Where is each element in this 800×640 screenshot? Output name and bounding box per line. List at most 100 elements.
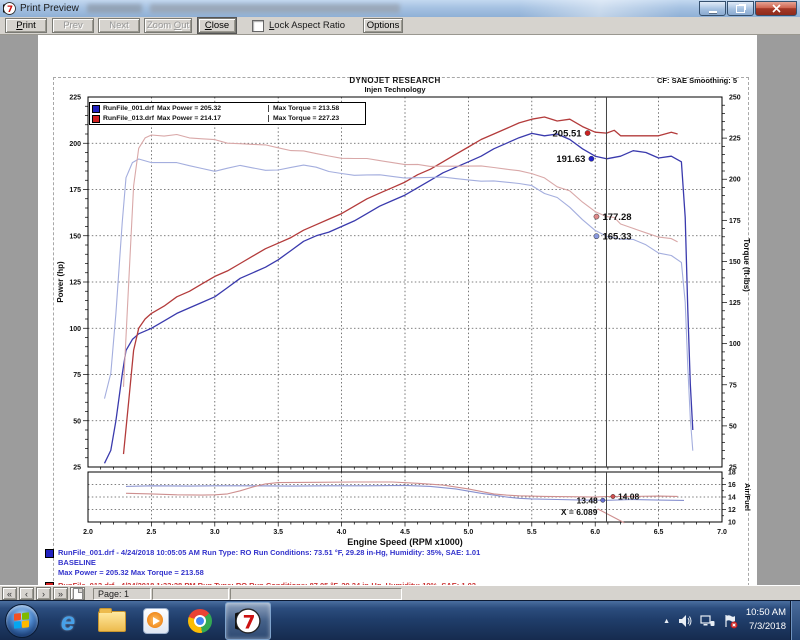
run1-max-values: Max Power = 205.32 Max Torque = 213.58 [58,568,735,578]
rpm-tick-label: 3.5 [273,529,283,536]
chart-legend: RunFile_001.drf Max Power = 205.32 Max T… [89,102,366,125]
af-axis-title: Air/Fuel [743,483,752,511]
clock-date: 7/3/2018 [746,620,786,634]
last-page-button[interactable]: » [53,587,68,600]
power-tick-label: 200 [69,141,81,148]
media-player-taskbar-icon[interactable] [141,606,171,636]
winpep-active-taskbar-button[interactable]: 7 [225,602,271,640]
clock-time: 10:50 AM [746,606,786,620]
status-panel [230,588,402,600]
torque-tick-label: 200 [729,177,741,184]
rpm-tick-label: 5.5 [527,529,537,536]
folder-icon [98,611,126,632]
close-preview-button[interactable]: Close [198,18,236,33]
cursor-value-label: 191.63 [556,154,585,165]
curve-power-run1 [105,133,693,463]
file-explorer-taskbar-icon[interactable] [97,606,127,636]
action-center-flag-icon[interactable] [723,614,738,629]
cursor-value-label: 177.28 [602,212,631,223]
legend-max-power: Max Power = 214.17 [157,115,268,122]
windows-logo-icon [14,612,29,629]
power-tick-label: 50 [73,418,81,425]
torque-tick-label: 75 [729,382,737,389]
cursor-x-label: X = 6.089 [561,507,598,517]
toolbar: Print Prev Next Zoom Out Close Lock Aspe… [0,17,800,35]
svg-text:7: 7 [7,5,13,15]
curve-torque-run13 [124,135,678,387]
x-axis-title: Engine Speed (RPM x1000) [347,537,463,547]
titlebar[interactable]: 7 Print Preview [0,0,800,18]
zoom-out-button[interactable]: Zoom Out [144,18,192,33]
power-tick-label: 100 [69,326,81,333]
run1-color-swatch [45,549,54,558]
statusbar: « ‹ › » Page: 1 [0,585,800,601]
taskbar: e 7 ▲ [0,600,800,640]
status-panel [152,588,229,600]
torque-tick-label: 175 [729,218,741,225]
torque-tick-label: 250 [729,95,741,102]
rpm-tick-label: 6.5 [654,529,664,536]
system-tray: ▲ [663,601,738,640]
chrome-taskbar-icon[interactable] [185,606,215,636]
page-number-panel: Page: 1 [93,588,151,600]
close-icon [772,4,781,13]
cursor-marker-dot [585,130,590,135]
power-tick-label: 225 [69,95,81,102]
legend-row: RunFile_001.drf Max Power = 205.32 Max T… [90,104,365,114]
start-button[interactable] [5,604,39,638]
winpep-app-icon: 7 [235,608,261,634]
legend-file-name: RunFile_013.drf [103,115,154,122]
next-page-button[interactable]: Next [98,18,140,33]
show-hidden-icons-button[interactable]: ▲ [663,618,670,625]
cursor-marker-dot [594,234,599,239]
lock-aspect-ratio-checkbox[interactable] [252,20,264,32]
page-icon [73,588,83,600]
svg-text:7: 7 [243,613,256,634]
prev-page-button[interactable]: Prev [52,18,94,33]
run1-label: BASELINE [58,558,735,568]
rpm-tick-label: 6.0 [590,529,600,536]
rpm-tick-label: 2.5 [147,529,157,536]
power-tick-label: 125 [69,280,81,287]
next-page-nav-button[interactable]: › [36,587,51,600]
redacted-title-text [87,4,142,13]
taskbar-clock[interactable]: 10:50 AM 7/3/2018 [746,606,786,634]
print-button[interactable]: Print [5,18,47,33]
first-page-button[interactable]: « [2,587,17,600]
run1-color-swatch [92,105,100,113]
af-tick-label: 12 [728,507,736,514]
previous-page-button[interactable]: ‹ [19,587,34,600]
close-window-button[interactable] [755,1,797,16]
internet-explorer-taskbar-icon[interactable]: e [53,606,83,636]
chrome-icon [188,609,212,633]
media-player-icon [143,608,169,634]
torque-tick-label: 125 [729,300,741,307]
af-tick-label: 18 [728,470,736,477]
af-tick-label: 16 [728,482,736,489]
print-preview-window: 7 Print Preview Print Prev Next Zoom Out… [0,0,800,640]
options-button[interactable]: Options [363,18,403,33]
torque-tick-label: 50 [729,423,737,430]
legend-max-power: Max Power = 205.32 [157,105,268,112]
legend-max-torque: Max Torque = 213.58 [268,105,365,112]
redacted-title-text [150,4,400,13]
rpm-tick-label: 5.0 [464,529,474,536]
rpm-tick-label: 2.0 [83,529,93,536]
cursor-value-label: 205.51 [553,129,583,140]
rpm-tick-label: 7.0 [717,529,727,536]
restore-button[interactable] [727,1,754,16]
network-icon[interactable] [700,614,715,628]
volume-icon[interactable] [678,614,692,628]
curve-power-run13 [124,117,678,454]
run1-conditions: RunFile_001.drf - 4/24/2018 10:05:05 AM … [58,548,735,558]
cursor-marker-dot [589,156,594,161]
legend-max-torque: Max Torque = 227.23 [268,115,365,122]
show-desktop-button[interactable] [790,601,800,640]
cursor-marker-dot [611,494,615,498]
curve-af-run13-tail [598,509,625,523]
rpm-tick-label: 4.0 [337,529,347,536]
torque-axis-title: Torque (ft-lbs) [742,238,751,292]
page-setup-button[interactable] [70,587,85,600]
cursor-value-label: 14.08 [618,492,640,502]
minimize-button[interactable] [699,1,726,16]
